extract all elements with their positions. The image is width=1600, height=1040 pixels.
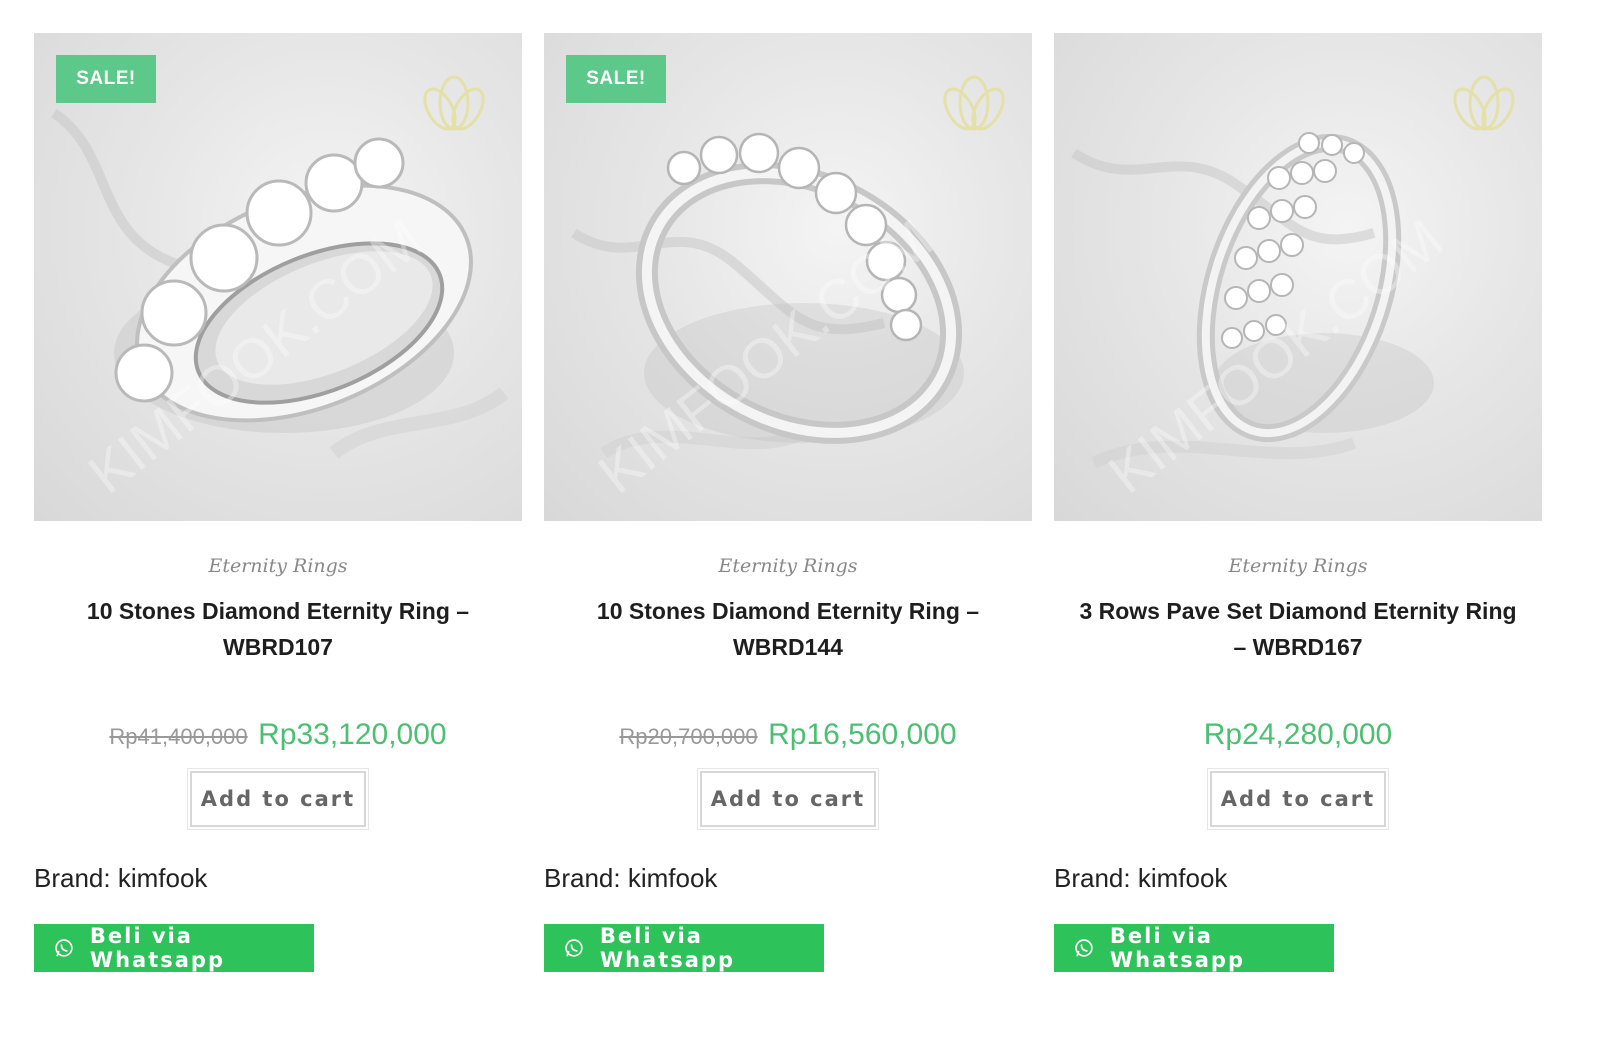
- brand-label: Brand: kimfook: [1054, 863, 1228, 893]
- ring-image: KIMFOOK.COM: [571, 75, 1005, 505]
- sale-badge: SALE!: [566, 55, 666, 103]
- whatsapp-icon: [1075, 939, 1093, 957]
- price-row: Rp41,400,000 Rp33,120,000: [34, 715, 522, 755]
- product-image[interactable]: KIMFOOK.COM SALE!: [34, 33, 522, 521]
- price-row: Rp20,700,000 Rp16,560,000: [544, 715, 1032, 755]
- product-image[interactable]: KIMFOOK.COM SALE!: [544, 33, 1032, 521]
- whatsapp-buy-button[interactable]: Beli via Whatsapp: [1054, 924, 1334, 972]
- product-card: KIMFOOK.COM SALE! Eternity Rings 10 Ston…: [544, 33, 1032, 972]
- whatsapp-buy-button[interactable]: Beli via Whatsapp: [34, 924, 314, 972]
- add-to-cart-button[interactable]: Add to cart: [1207, 768, 1389, 830]
- lotus-icon: [943, 75, 1005, 131]
- product-title[interactable]: 10 Stones Diamond Eternity Ring – WBRD10…: [58, 593, 498, 665]
- product-grid: KIMFOOK.COM SALE! Eternity Rings 10 Ston…: [34, 33, 1542, 972]
- lotus-icon: [423, 75, 485, 131]
- whatsapp-button-label: Beli via Whatsapp: [599, 924, 735, 972]
- sale-badge: SALE!: [56, 55, 156, 103]
- whatsapp-button-label: Beli via Whatsapp: [89, 924, 225, 972]
- product-title[interactable]: 3 Rows Pave Set Diamond Eternity Ring – …: [1078, 593, 1518, 665]
- current-price: Rp16,560,000: [768, 718, 957, 751]
- product-image[interactable]: KIMFOOK.COM: [1054, 33, 1542, 521]
- old-price: Rp20,700,000: [619, 724, 758, 749]
- product-title[interactable]: 10 Stones Diamond Eternity Ring – WBRD14…: [568, 593, 1008, 665]
- whatsapp-buy-button[interactable]: Beli via Whatsapp: [544, 924, 824, 972]
- product-category[interactable]: Eternity Rings: [544, 555, 1032, 577]
- add-to-cart-button[interactable]: Add to cart: [697, 768, 879, 830]
- product-card: KIMFOOK.COM Eternity Rings 3 Rows Pave S…: [1054, 33, 1542, 972]
- current-price: Rp24,280,000: [1203, 718, 1393, 751]
- brand-label: Brand: kimfook: [34, 863, 208, 893]
- whatsapp-button-label: Beli via Whatsapp: [1109, 924, 1245, 972]
- whatsapp-icon: [55, 939, 73, 957]
- lotus-icon: [1453, 75, 1515, 131]
- add-to-cart-button[interactable]: Add to cart: [187, 768, 369, 830]
- product-category[interactable]: Eternity Rings: [1054, 555, 1542, 577]
- current-price: Rp33,120,000: [258, 718, 447, 751]
- product-category[interactable]: Eternity Rings: [34, 555, 522, 577]
- ring-image: KIMFOOK.COM: [51, 75, 509, 505]
- brand-label: Brand: kimfook: [544, 863, 718, 893]
- product-card: KIMFOOK.COM SALE! Eternity Rings 10 Ston…: [34, 33, 522, 972]
- ring-image: KIMFOOK.COM: [1071, 75, 1515, 505]
- old-price: Rp41,400,000: [109, 724, 248, 749]
- price-row: Rp24,280,000: [1054, 715, 1542, 755]
- whatsapp-icon: [565, 939, 583, 957]
